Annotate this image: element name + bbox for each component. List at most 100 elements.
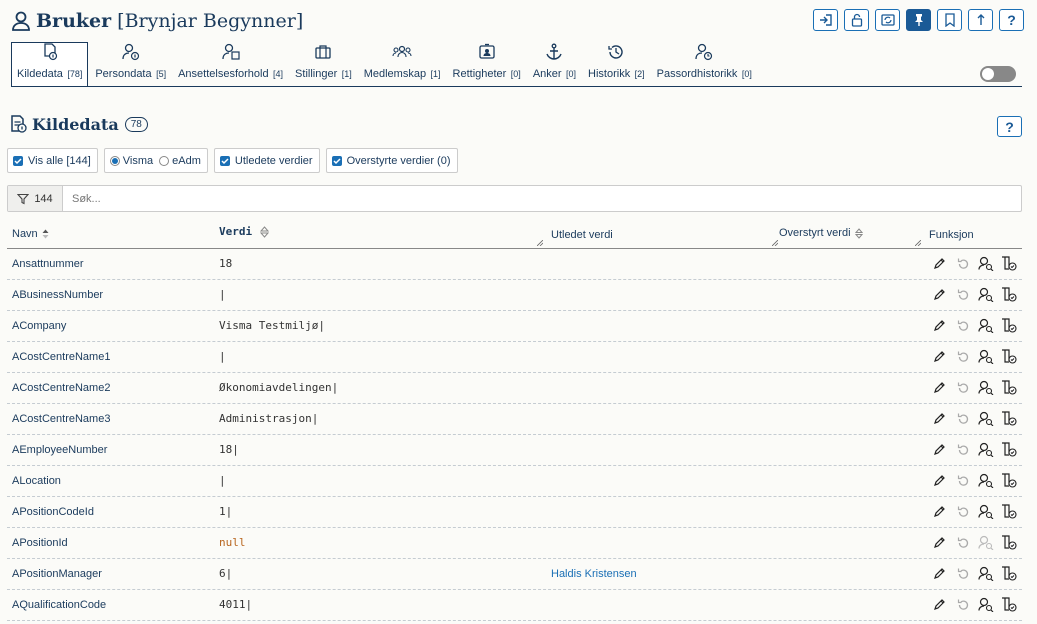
tab-anker[interactable]: Anker [0] [528, 42, 581, 86]
person-search-icon[interactable] [977, 534, 994, 551]
table-header: Navn Verdi Utledet verdi Overstyrt verdi… [7, 220, 1022, 249]
document-check-icon[interactable] [1000, 410, 1017, 427]
document-check-icon[interactable] [1000, 441, 1017, 458]
filter-count-button[interactable]: 144 [8, 186, 63, 211]
person-search-icon[interactable] [977, 503, 994, 520]
person-search-icon[interactable] [977, 441, 994, 458]
eadm-label: eAdm [172, 154, 201, 167]
table-row: ACostCentreName2 Økonomiavdelingen| [7, 373, 1022, 404]
derived-values-checkbox[interactable]: Utledete verdier [213, 148, 320, 173]
person-search-icon[interactable] [977, 255, 994, 272]
tab-historikk[interactable]: Historikk [2] [583, 42, 650, 86]
person-search-icon[interactable] [977, 472, 994, 489]
undo-icon[interactable] [954, 317, 971, 334]
sync-button[interactable] [875, 9, 900, 31]
row-value: 4011| [219, 598, 253, 611]
tab-medlemskap[interactable]: Medlemskap [1] [359, 42, 446, 86]
column-resize-icon [537, 240, 543, 246]
edit-icon[interactable] [931, 255, 948, 272]
search-bar: 144 [7, 185, 1022, 212]
document-check-icon[interactable] [1000, 596, 1017, 613]
document-check-icon[interactable] [1000, 379, 1017, 396]
anchor-icon [544, 43, 564, 61]
undo-icon[interactable] [954, 472, 971, 489]
tab-kildedata[interactable]: Kildedata [78] [11, 42, 89, 86]
undo-icon[interactable] [954, 379, 971, 396]
edit-icon[interactable] [931, 503, 948, 520]
eadm-radio[interactable] [159, 155, 170, 166]
show-all-checkbox[interactable]: Vis alle [144] [7, 148, 98, 173]
filter-count: 144 [34, 192, 53, 205]
column-name[interactable]: Navn [12, 228, 49, 240]
undo-icon[interactable] [954, 441, 971, 458]
row-functions [931, 596, 1017, 613]
document-check-icon[interactable] [1000, 472, 1017, 489]
overridden-values-checkbox[interactable]: Overstyrte verdier (0) [325, 148, 458, 173]
section-count-badge: 78 [124, 116, 148, 132]
edit-icon[interactable] [931, 534, 948, 551]
edit-icon[interactable] [931, 286, 948, 303]
edit-icon[interactable] [931, 379, 948, 396]
edit-icon[interactable] [931, 565, 948, 582]
bookmark-button[interactable] [937, 9, 962, 31]
visma-radio[interactable] [109, 155, 120, 166]
column-derived[interactable]: Utledet verdi [551, 229, 613, 241]
document-check-icon[interactable] [1000, 534, 1017, 551]
person-search-icon[interactable] [977, 410, 994, 427]
checkbox-checked-icon [13, 155, 23, 166]
document-check-icon[interactable] [1000, 317, 1017, 334]
edit-icon[interactable] [931, 317, 948, 334]
unlock-button[interactable] [844, 9, 869, 31]
table-row: ACostCentreName1 | [7, 342, 1022, 373]
document-check-icon[interactable] [1000, 255, 1017, 272]
tab-ansettelsesforhold[interactable]: Ansettelsesforhold [4] [173, 42, 288, 86]
column-value[interactable]: Verdi [219, 225, 270, 238]
person-search-icon[interactable] [977, 348, 994, 365]
document-check-icon[interactable] [1000, 286, 1017, 303]
column-overridden[interactable]: Overstyrt verdi [779, 227, 863, 239]
tab-rettigheter[interactable]: Rettigheter [0] [448, 42, 526, 86]
undo-icon[interactable] [954, 286, 971, 303]
checkbox-checked-icon [331, 155, 342, 166]
undo-icon[interactable] [954, 503, 971, 520]
source-doc-icon [40, 43, 60, 61]
section-help-button[interactable]: ? [997, 116, 1022, 137]
sort-asc-icon [42, 229, 49, 239]
tab-stillinger[interactable]: Stillinger [1] [290, 42, 357, 86]
person-search-icon[interactable] [977, 286, 994, 303]
undo-icon[interactable] [954, 534, 971, 551]
document-check-icon[interactable] [1000, 348, 1017, 365]
overridden-values-label: Overstyrte verdier (0) [346, 154, 451, 167]
tab-passordhistorikk[interactable]: Passordhistorikk [0] [652, 42, 757, 86]
person-search-icon[interactable] [977, 565, 994, 582]
search-input[interactable] [63, 186, 1021, 211]
edit-icon[interactable] [931, 472, 948, 489]
login-icon [819, 14, 832, 26]
undo-icon[interactable] [954, 410, 971, 427]
undo-icon[interactable] [954, 565, 971, 582]
tab-label: Anker [532, 68, 562, 80]
login-as-button[interactable] [813, 9, 838, 31]
tab-count: [5] [156, 69, 167, 79]
person-search-icon[interactable] [977, 317, 994, 334]
undo-icon[interactable] [954, 596, 971, 613]
expand-button[interactable] [968, 9, 993, 31]
edit-icon[interactable] [931, 348, 948, 365]
view-toggle[interactable] [980, 66, 1016, 82]
undo-icon[interactable] [954, 348, 971, 365]
person-search-icon[interactable] [977, 379, 994, 396]
document-check-icon[interactable] [1000, 503, 1017, 520]
tab-count: [78] [67, 69, 83, 79]
row-derived-value[interactable]: Haldis Kristensen [551, 568, 637, 580]
row-functions [931, 410, 1017, 427]
pin-button[interactable] [906, 9, 931, 31]
edit-icon[interactable] [931, 410, 948, 427]
person-search-icon[interactable] [977, 596, 994, 613]
undo-icon[interactable] [954, 255, 971, 272]
help-button[interactable]: ? [999, 9, 1024, 31]
row-functions [931, 565, 1017, 582]
document-check-icon[interactable] [1000, 565, 1017, 582]
edit-icon[interactable] [931, 441, 948, 458]
tab-persondata[interactable]: Persondata [5] [90, 42, 171, 86]
edit-icon[interactable] [931, 596, 948, 613]
